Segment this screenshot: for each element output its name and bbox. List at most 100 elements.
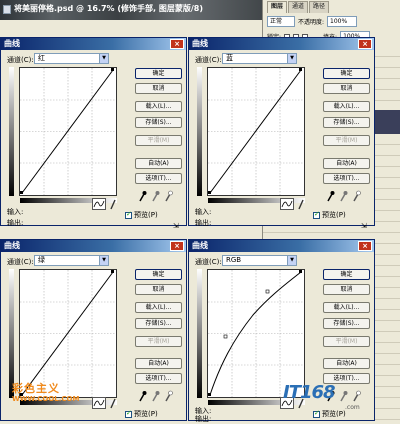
preview-checkbox[interactable]: 预览(P)	[313, 210, 346, 220]
cancel-button[interactable]: 取消	[135, 83, 182, 94]
ok-button[interactable]: 确定	[135, 68, 182, 79]
channel-select[interactable]: 蓝 ▼	[222, 53, 297, 64]
output-gradient-bar	[9, 67, 14, 196]
output-label: 输出:	[195, 415, 212, 423]
save-button[interactable]: 存储(S)...	[323, 318, 370, 329]
pencil-icon[interactable]	[109, 397, 117, 409]
auto-button[interactable]: 自动(A)	[135, 358, 182, 369]
chevron-down-icon: ▼	[287, 256, 296, 265]
black-eyedropper-icon[interactable]	[326, 190, 335, 202]
black-eyedropper-icon[interactable]	[138, 390, 147, 402]
cancel-button[interactable]: 取消	[323, 284, 370, 295]
white-eyedropper-icon[interactable]	[352, 390, 361, 402]
ok-button[interactable]: 确定	[323, 269, 370, 280]
channel-select[interactable]: RGB ▼	[222, 255, 297, 266]
output-gradient-bar	[197, 67, 202, 196]
watermark-url-right: .com	[345, 404, 360, 411]
watermark-url-left: WWW.COOL.COM	[12, 395, 80, 403]
white-eyedropper-icon[interactable]	[164, 390, 173, 402]
dialog-title: 曲线	[1, 240, 186, 252]
output-gradient-bar	[9, 269, 14, 398]
expand-icon[interactable]: ⇲	[361, 222, 369, 230]
dialog-title: 曲线	[189, 38, 374, 50]
auto-button[interactable]: 自动(A)	[323, 158, 370, 169]
cancel-button[interactable]: 取消	[135, 284, 182, 295]
output-label: 输出:	[195, 219, 212, 227]
preview-checkbox[interactable]: 预览(P)	[125, 409, 158, 419]
save-button[interactable]: 存储(S)...	[323, 117, 370, 128]
expand-icon[interactable]: ⇲	[173, 222, 181, 230]
smooth-button[interactable]: 平滑(M)	[135, 336, 182, 347]
chevron-down-icon: ▼	[99, 256, 108, 265]
save-button[interactable]: 存储(S)...	[135, 318, 182, 329]
curve-graph[interactable]	[207, 269, 305, 398]
channel-label: 通道(C):	[195, 56, 222, 64]
pencil-icon[interactable]	[109, 198, 117, 210]
load-button[interactable]: 载入(L)...	[135, 101, 182, 112]
curve-graph[interactable]	[19, 67, 117, 196]
gray-eyedropper-icon[interactable]	[151, 390, 160, 402]
preview-checkbox[interactable]: 预览(P)	[313, 409, 346, 419]
ok-button[interactable]: 确定	[135, 269, 182, 280]
white-eyedropper-icon[interactable]	[164, 190, 173, 202]
input-label: 输入:	[7, 208, 24, 216]
load-button[interactable]: 载入(L)...	[135, 302, 182, 313]
smooth-button[interactable]: 平滑(M)	[323, 135, 370, 146]
gray-eyedropper-icon[interactable]	[339, 390, 348, 402]
smooth-button[interactable]: 平滑(M)	[323, 336, 370, 347]
dialog-title: 曲线	[1, 38, 186, 50]
options-button[interactable]: 选项(T)...	[135, 173, 182, 184]
output-label: 输出:	[7, 219, 24, 227]
close-button[interactable]: ×	[358, 39, 372, 49]
chevron-down-icon: ▼	[99, 54, 108, 63]
close-button[interactable]: ×	[170, 241, 184, 251]
tab-paths[interactable]: 路径	[309, 1, 330, 13]
ok-button[interactable]: 确定	[323, 68, 370, 79]
blend-mode-select[interactable]: 正常	[267, 16, 295, 27]
watermark-logo-left: 彩色主义	[12, 382, 60, 395]
document-title-bar: 将美丽停格.psd @ 16.7% (修饰手部, 图层蒙版/8)	[0, 0, 262, 20]
opacity-input[interactable]: 100%	[327, 16, 358, 27]
load-button[interactable]: 载入(L)...	[323, 101, 370, 112]
curves-dialog-rgb: 曲线 × 通道(C): RGB ▼ 输入: 输出: 确定 取消 载入(L)... …	[188, 239, 375, 423]
channel-label: 通道(C):	[195, 258, 222, 266]
pencil-icon[interactable]	[297, 198, 305, 210]
dialog-title: 曲线	[189, 240, 374, 252]
chevron-down-icon: ▼	[287, 54, 296, 63]
white-eyedropper-icon[interactable]	[352, 190, 361, 202]
curve-graph[interactable]	[207, 67, 305, 196]
channel-select[interactable]: 红 ▼	[34, 53, 109, 64]
opacity-label: 不透明度:	[298, 19, 325, 26]
document-title: 将美丽停格.psd @ 16.7% (修饰手部, 图层蒙版/8)	[14, 4, 203, 13]
save-button[interactable]: 存储(S)...	[135, 117, 182, 128]
tab-layers[interactable]: 图层	[267, 1, 288, 13]
channel-label: 通道(C):	[7, 56, 34, 64]
options-button[interactable]: 选项(T)...	[135, 373, 182, 384]
auto-button[interactable]: 自动(A)	[135, 158, 182, 169]
black-eyedropper-icon[interactable]	[138, 190, 147, 202]
layers-panel-tabs: 图层 通道 路径	[267, 1, 330, 13]
channel-select[interactable]: 绿 ▼	[34, 255, 109, 266]
gray-eyedropper-icon[interactable]	[339, 190, 348, 202]
gray-eyedropper-icon[interactable]	[151, 190, 160, 202]
curve-mode-icon[interactable]	[92, 397, 106, 409]
auto-button[interactable]: 自动(A)	[323, 358, 370, 369]
smooth-button[interactable]: 平滑(M)	[135, 135, 182, 146]
curves-dialog-red: 曲线 × 通道(C): 红 ▼ 输入: 输出: 确定 取消 载入(L)... 存储…	[0, 37, 187, 230]
curves-dialog-blue: 曲线 × 通道(C): 蓝 ▼ 输入: 输出: 确定 取消 载入(L)... 存储…	[188, 37, 375, 230]
options-button[interactable]: 选项(T)...	[323, 173, 370, 184]
curve-mode-icon[interactable]	[92, 198, 106, 210]
cancel-button[interactable]: 取消	[323, 83, 370, 94]
watermark-logo-right: IT168	[283, 382, 336, 403]
tab-channels[interactable]: 通道	[288, 1, 309, 13]
load-button[interactable]: 载入(L)...	[323, 302, 370, 313]
input-label: 输入:	[195, 208, 212, 216]
preview-checkbox[interactable]: 预览(P)	[125, 210, 158, 220]
close-button[interactable]: ×	[358, 241, 372, 251]
output-gradient-bar	[197, 269, 202, 398]
curve-graph[interactable]	[19, 269, 117, 398]
document-icon	[3, 5, 11, 14]
close-button[interactable]: ×	[170, 39, 184, 49]
channel-label: 通道(C):	[7, 258, 34, 266]
curve-mode-icon[interactable]	[280, 198, 294, 210]
